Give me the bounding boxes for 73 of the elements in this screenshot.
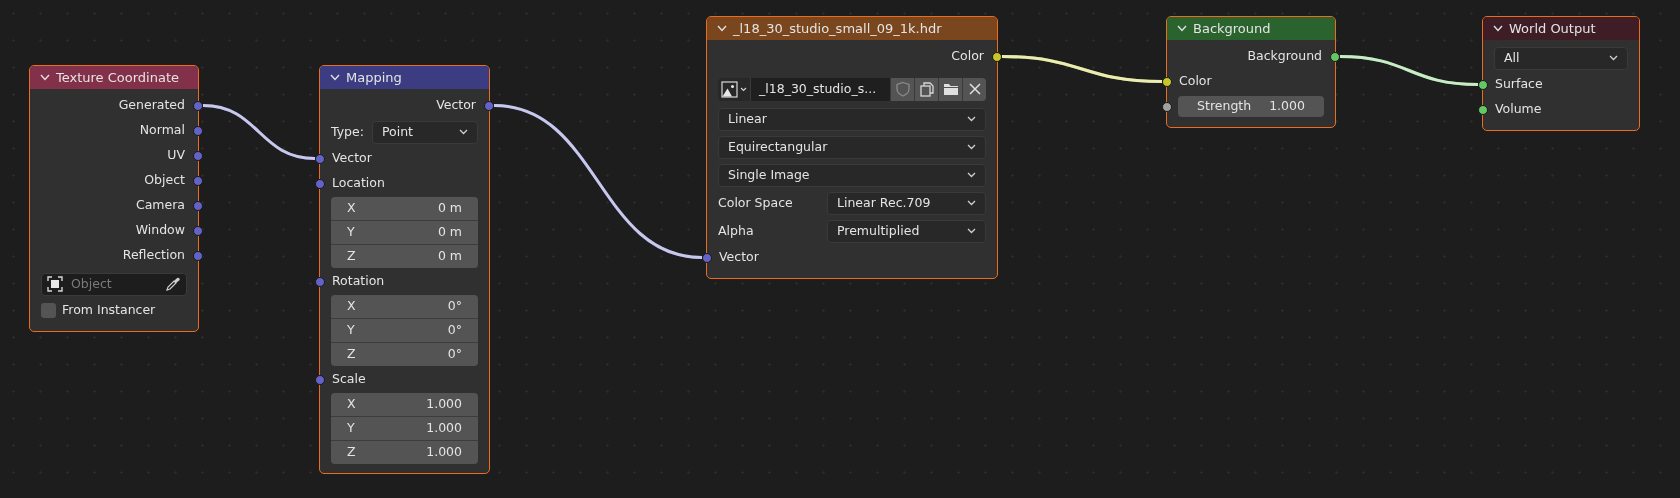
chevron-down-icon — [1609, 55, 1618, 61]
close-icon[interactable] — [966, 81, 983, 97]
field-label: Alpha — [718, 221, 754, 240]
value-field[interactable]: Strength 1.000 — [1178, 96, 1324, 117]
number-field[interactable]: Z 0 m — [331, 245, 478, 268]
node-title: World Output — [1509, 19, 1596, 38]
number-field[interactable]: Y 0° — [331, 319, 478, 342]
socket[interactable] — [1478, 79, 1488, 90]
node-title: Mapping — [346, 68, 402, 87]
image-name-field[interactable]: _l18_30_studio_s... — [751, 77, 890, 101]
socket-label: Volume — [1495, 100, 1542, 119]
caret-icon — [740, 86, 747, 92]
number-field[interactable]: X 1.000 — [331, 393, 478, 416]
socket[interactable] — [992, 51, 1002, 62]
collapse-caret-icon[interactable] — [330, 74, 340, 81]
collapse-caret-icon[interactable] — [717, 25, 727, 32]
chevron-down-icon — [967, 116, 976, 122]
node-title: _l18_30_studio_small_09_1k.hdr — [733, 19, 942, 38]
number-field[interactable]: Z 1.000 — [331, 441, 478, 464]
dropdown[interactable]: Equirectangular — [718, 135, 986, 159]
image-icon — [721, 80, 738, 98]
chevron-down-icon — [967, 200, 976, 206]
socket-label: Reflection — [122, 246, 185, 265]
folder-icon[interactable] — [942, 81, 959, 97]
dropdown[interactable]: All — [1494, 46, 1628, 70]
chevron-down-icon — [967, 144, 976, 150]
number-field[interactable]: X 0° — [331, 295, 478, 318]
socket-label: Generated — [118, 96, 185, 115]
socket[interactable] — [1162, 101, 1172, 112]
eyedropper-icon[interactable] — [165, 276, 181, 292]
duplicate-icon[interactable] — [918, 81, 935, 97]
chevron-down-icon — [967, 228, 976, 234]
chevron-down-icon — [459, 129, 468, 135]
socket[interactable] — [1162, 76, 1172, 87]
number-field[interactable]: X 0 m — [331, 197, 478, 220]
socket-label: Scale — [332, 370, 366, 389]
checkbox-label[interactable]: From Instancer — [62, 301, 156, 320]
number-field[interactable]: Y 1.000 — [331, 417, 478, 440]
socket[interactable] — [1478, 104, 1488, 115]
socket-label: Vector — [719, 248, 759, 267]
field-label: Type: — [331, 122, 364, 141]
object-field[interactable]: Object — [41, 272, 187, 296]
socket-label: Color — [951, 47, 984, 66]
socket-label: Camera — [135, 196, 185, 215]
dropdown[interactable]: Linear — [718, 107, 986, 131]
number-field[interactable]: Y 0 m — [331, 221, 478, 244]
socket-label: Vector — [436, 96, 476, 115]
checkbox[interactable] — [41, 303, 56, 318]
node-title: Texture Coordinate — [56, 68, 179, 87]
socket-label: Normal — [139, 121, 185, 140]
collapse-caret-icon[interactable] — [1177, 25, 1187, 32]
dropdown[interactable]: Linear Rec.709 — [827, 191, 986, 215]
object-icon — [47, 276, 63, 292]
node-title: Background — [1193, 19, 1271, 38]
socket-label: Surface — [1495, 75, 1543, 94]
field-label: Color Space — [718, 193, 793, 212]
socket-label: Object — [144, 171, 185, 190]
collapse-caret-icon[interactable] — [40, 74, 50, 81]
dropdown[interactable]: Single Image — [718, 163, 986, 187]
dropdown[interactable]: Point — [371, 120, 478, 144]
socket-label: Color — [1179, 72, 1212, 91]
socket[interactable] — [1330, 51, 1340, 62]
socket-label: Rotation — [332, 272, 385, 291]
image-browse-button[interactable] — [718, 77, 750, 101]
socket-label: Location — [332, 174, 385, 193]
socket-label: Background — [1247, 47, 1322, 66]
chevron-down-icon — [967, 172, 976, 178]
socket-label: UV — [167, 146, 185, 165]
collapse-caret-icon[interactable] — [1493, 25, 1503, 32]
number-field[interactable]: Z 0° — [331, 343, 478, 366]
dropdown[interactable]: Premultiplied — [827, 219, 986, 243]
socket-label: Vector — [332, 149, 372, 168]
socket-label: Window — [135, 221, 185, 240]
